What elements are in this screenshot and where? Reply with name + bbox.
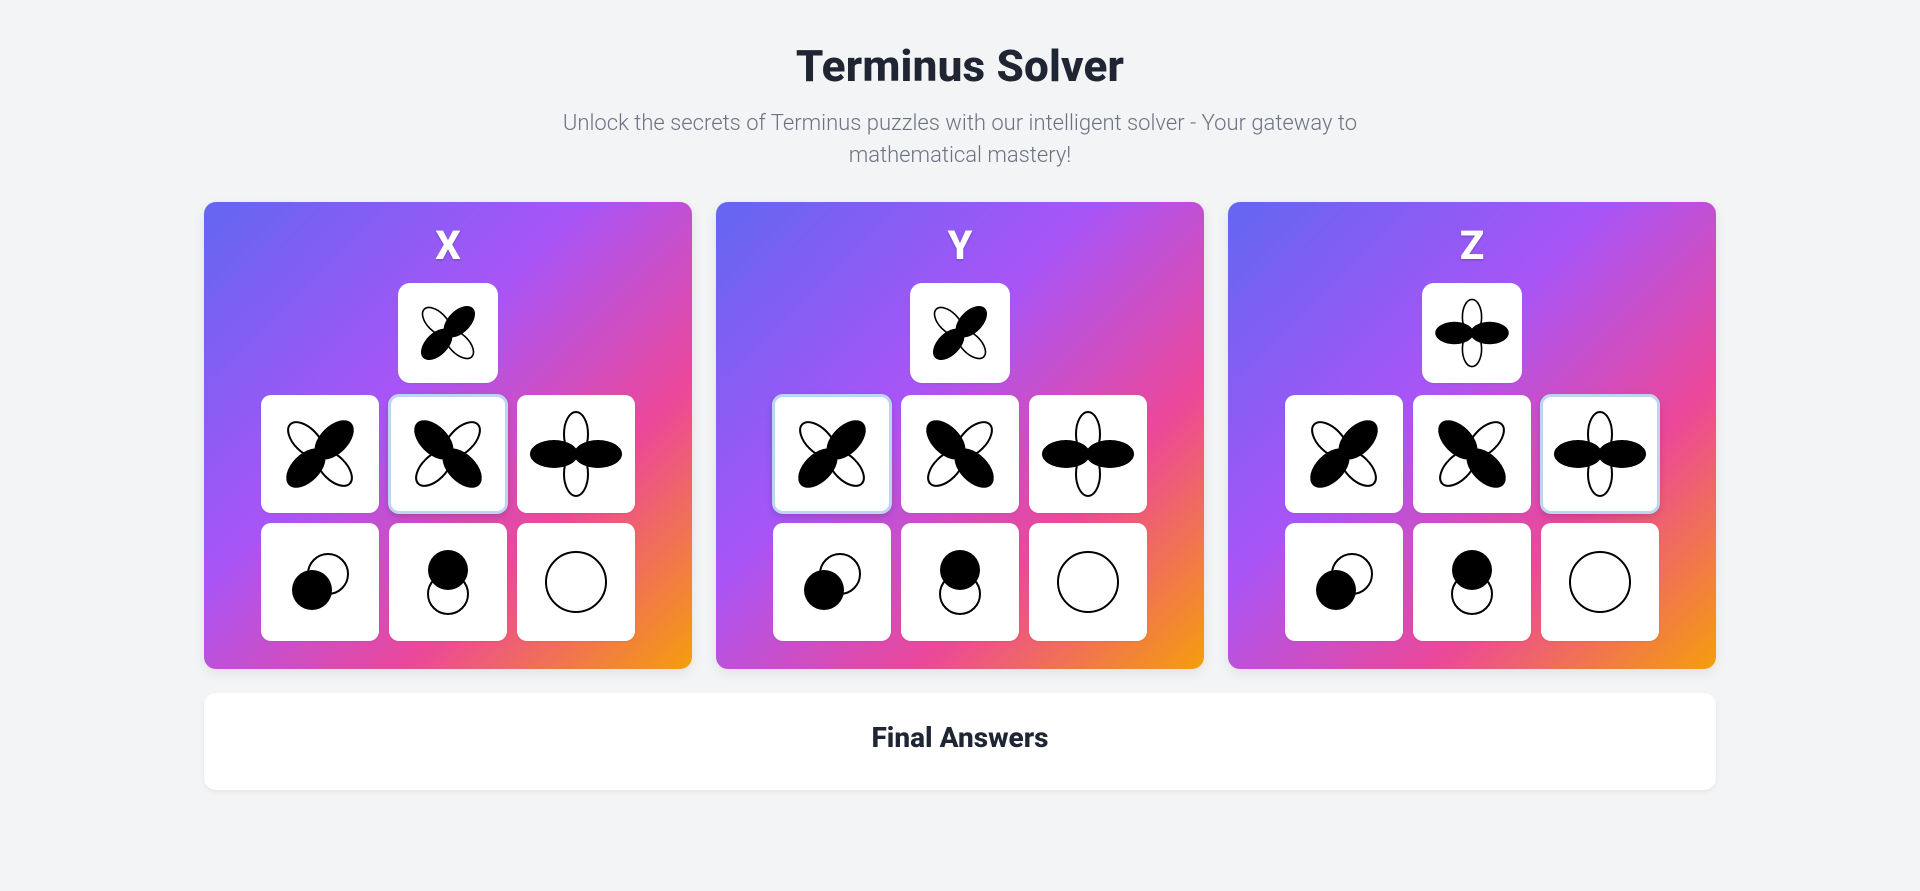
symbol-icon [270, 404, 370, 504]
symbol-icon [270, 532, 370, 632]
option-tile[interactable] [1285, 395, 1403, 513]
panel-y-row-1 [734, 395, 1186, 513]
option-tile[interactable] [1285, 523, 1403, 641]
option-tile[interactable] [517, 523, 635, 641]
symbol-icon [526, 532, 626, 632]
symbol-icon [1038, 404, 1138, 504]
symbol-icon [782, 532, 882, 632]
option-tile[interactable] [261, 523, 379, 641]
symbol-icon [910, 532, 1010, 632]
option-tile[interactable] [1413, 523, 1531, 641]
option-tile[interactable] [1541, 523, 1659, 641]
preview-tile [910, 283, 1010, 383]
panels-row: X Y [180, 202, 1740, 669]
option-tile[interactable] [901, 395, 1019, 513]
symbol-icon [782, 404, 882, 504]
panel-z-row-2 [1246, 523, 1698, 641]
option-tile[interactable] [773, 395, 891, 513]
preview-symbol-icon [1432, 293, 1512, 373]
answers-card: Final Answers [204, 693, 1716, 790]
page-subtitle: Unlock the secrets of Terminus puzzles w… [550, 108, 1370, 172]
page: Terminus Solver Unlock the secrets of Te… [180, 0, 1740, 850]
preview-symbol-icon [920, 293, 1000, 373]
option-tile[interactable] [389, 395, 507, 513]
symbol-icon [398, 532, 498, 632]
symbol-icon [1550, 404, 1650, 504]
symbol-icon [1294, 532, 1394, 632]
option-tile[interactable] [773, 523, 891, 641]
symbol-icon [398, 404, 498, 504]
panel-x-preview [398, 283, 498, 383]
symbol-icon [1038, 532, 1138, 632]
symbol-icon [1294, 404, 1394, 504]
option-tile[interactable] [901, 523, 1019, 641]
option-tile[interactable] [389, 523, 507, 641]
preview-tile [1422, 283, 1522, 383]
panel-z-row-1 [1246, 395, 1698, 513]
panel-letter: Z [1460, 222, 1484, 269]
preview-symbol-icon [408, 293, 488, 373]
panel-y: Y [716, 202, 1204, 669]
symbol-icon [526, 404, 626, 504]
panel-y-row-2 [734, 523, 1186, 641]
page-title: Terminus Solver [180, 40, 1740, 92]
panel-x-row-2 [222, 523, 674, 641]
option-tile[interactable] [1029, 523, 1147, 641]
answers-title: Final Answers [232, 721, 1688, 754]
symbol-icon [1550, 532, 1650, 632]
option-tile[interactable] [1541, 395, 1659, 513]
panel-x: X [204, 202, 692, 669]
panel-z-preview [1422, 283, 1522, 383]
option-tile[interactable] [1413, 395, 1531, 513]
panel-letter: Y [948, 222, 973, 269]
panel-y-preview [910, 283, 1010, 383]
symbol-icon [1422, 532, 1522, 632]
option-tile[interactable] [517, 395, 635, 513]
header: Terminus Solver Unlock the secrets of Te… [180, 40, 1740, 172]
option-tile[interactable] [261, 395, 379, 513]
option-tile[interactable] [1029, 395, 1147, 513]
preview-tile [398, 283, 498, 383]
panel-x-row-1 [222, 395, 674, 513]
symbol-icon [1422, 404, 1522, 504]
panel-z: Z [1228, 202, 1716, 669]
symbol-icon [910, 404, 1010, 504]
panel-letter: X [435, 222, 460, 269]
